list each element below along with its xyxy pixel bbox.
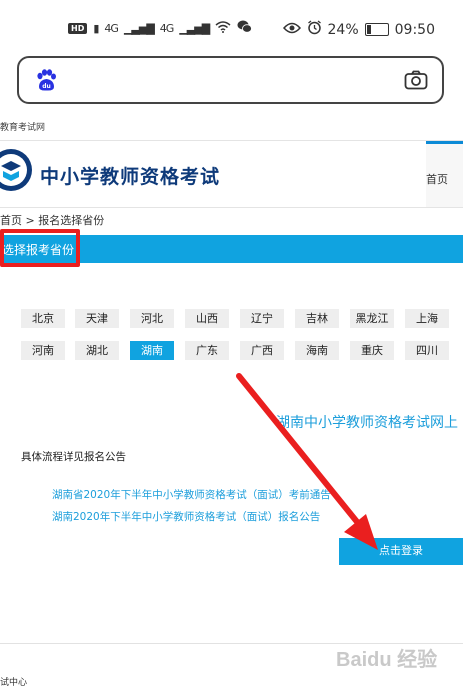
notice-link[interactable]: 湖南省2020年下半年中小学教师资格考试（面试）考前通告 (52, 487, 331, 502)
baidu-watermark: Baidu 经验 (336, 649, 438, 671)
province-button[interactable]: 海南 (295, 341, 339, 360)
nav-home-label: 首页 (426, 173, 448, 186)
nav-home-tab[interactable]: 首页 (426, 141, 463, 207)
province-button[interactable]: 重庆 (350, 341, 394, 360)
site-header: 中小学教师资格考试 首页 (0, 140, 463, 208)
breadcrumb[interactable]: 首页 > 报名选择省份 (0, 212, 104, 228)
province-button[interactable]: 黑龙江 (350, 309, 394, 328)
site-name: 教育考试网 (0, 123, 46, 133)
province-button-selected[interactable]: 湖南 (130, 341, 174, 360)
search-bar[interactable]: du (17, 56, 444, 104)
network-type-1: 4G (104, 21, 118, 35)
exam-logo-icon (0, 147, 34, 193)
province-button[interactable]: 广西 (240, 341, 284, 360)
province-button[interactable]: 广东 (185, 341, 229, 360)
signal-icon: ▮ (93, 21, 99, 35)
clock-time: 09:50 (394, 21, 435, 38)
network-type-2: 4G (159, 21, 174, 35)
province-button[interactable]: 吉林 (295, 309, 339, 328)
province-button[interactable]: 北京 (21, 309, 65, 328)
battery-fill (366, 25, 371, 34)
signal-bars-icon: ▁▃▅▇ (123, 21, 155, 35)
province-button[interactable]: 四川 (405, 341, 449, 360)
annotation-arrow-shaft (236, 373, 365, 531)
wechat-icon (237, 20, 253, 36)
province-button[interactable]: 河北 (130, 309, 174, 328)
eye-icon (282, 22, 301, 38)
province-button[interactable]: 天津 (75, 309, 119, 328)
camera-icon[interactable] (404, 70, 428, 90)
footer-text: 试中心 (0, 678, 28, 688)
hd-badge: HD (68, 22, 88, 34)
region-title: 湖南中小学教师资格考试网上 (276, 415, 458, 431)
annotation-highlight-box (0, 229, 80, 267)
status-bar: HD ▮ 4G ▁▃▅▇ 4G ▁▃▅▇ 24% 09:50 (0, 0, 463, 46)
header-title: 中小学教师资格考试 (40, 166, 221, 188)
svg-text:du: du (42, 83, 51, 90)
alarm-icon (307, 20, 322, 39)
province-button[interactable]: 辽宁 (240, 309, 284, 328)
province-button[interactable]: 河南 (21, 341, 65, 360)
baidu-paw-icon[interactable]: du (34, 68, 58, 92)
process-text: 具体流程详见报名公告 (21, 451, 126, 463)
province-button[interactable]: 湖北 (75, 341, 119, 360)
status-left: HD ▮ 4G ▁▃▅▇ 4G ▁▃▅▇ (68, 20, 253, 36)
battery-percent: 24% (327, 21, 359, 38)
login-button[interactable]: 点击登录 (339, 538, 463, 565)
status-right: 24% 09:50 (282, 20, 435, 39)
province-button[interactable]: 上海 (405, 309, 449, 328)
province-button[interactable]: 山西 (185, 309, 229, 328)
battery-icon (364, 23, 389, 36)
notice-link[interactable]: 湖南2020年下半年中小学教师资格考试（面试）报名公告 (52, 509, 320, 524)
signal-bars-icon-2: ▁▃▅▇ (179, 21, 210, 35)
wifi-icon (215, 20, 231, 36)
